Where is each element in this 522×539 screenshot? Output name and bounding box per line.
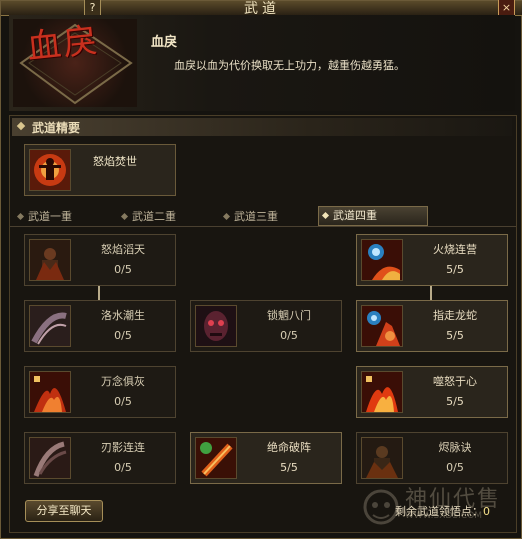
skill-name: 绝命破阵: [267, 441, 311, 454]
section-header: 武道精要: [12, 118, 512, 136]
skill-node-luoshui-chaosheng[interactable]: 洛水潮生 0/5: [24, 300, 176, 352]
skill-name: 烬脉诀: [438, 441, 472, 454]
skill-points: 5/5: [446, 329, 464, 342]
ash-flame-icon: [29, 371, 71, 413]
tab-tier-4[interactable]: 武道四重: [318, 206, 428, 226]
ember-vein-icon: [361, 437, 403, 479]
tree-connector: [430, 286, 432, 300]
skill-points: 5/5: [446, 395, 464, 408]
tab-tier-2[interactable]: 武道二重: [118, 208, 176, 225]
skill-points: 0/5: [114, 263, 132, 276]
section-label: 武道精要: [32, 121, 81, 135]
class-emblem: 血戾: [13, 19, 137, 107]
class-description: 血戾以血为代价换取无上功力，越重伤越勇猛。: [174, 59, 405, 72]
essence-skill-name: 怒焰焚世: [93, 155, 137, 168]
skill-name: 怒焰滔天: [101, 243, 145, 256]
skill-node-jueming-pozhen[interactable]: 绝命破阵 5/5: [190, 432, 342, 484]
skill-node-huoshao-lianying[interactable]: 火烧连营 5/5: [356, 234, 508, 286]
class-header: 血戾 血戾 血戾以血为代价换取无上功力，越重伤越勇猛。: [9, 15, 515, 111]
wudao-window: ? 武道 × 血戾 血戾 血戾以血为代价换取无上功力，越重伤越勇猛。 武道精要: [0, 0, 522, 539]
title-bar[interactable]: ? 武道 ×: [1, 0, 522, 17]
tab-tier-3[interactable]: 武道三重: [220, 208, 278, 225]
diamond-bullet-icon: [16, 121, 26, 131]
wudao-panel: 武道精要 怒焰焚世 武道一重 武道二重 武道三重 武道四重 怒焰滔天 0/5 火…: [9, 115, 517, 533]
tree-connector: [98, 286, 100, 300]
emblem-text: 血戾: [25, 20, 101, 68]
skill-points: 0/5: [114, 329, 132, 342]
skill-name: 指走龙蛇: [433, 309, 477, 322]
class-name: 血戾: [151, 35, 178, 50]
fire-spear-icon: [195, 437, 237, 479]
skill-name: 万念俱灰: [101, 375, 145, 388]
skill-node-jinmai-jue[interactable]: 烬脉诀 0/5: [356, 432, 508, 484]
skill-name: 洛水潮生: [101, 309, 145, 322]
water-tide-icon: [29, 305, 71, 347]
rage-heart-icon: [361, 371, 403, 413]
skill-name: 刃影连连: [101, 441, 145, 454]
demon-face-icon: [195, 305, 237, 347]
share-to-chat-button[interactable]: 分享至聊天: [25, 500, 103, 522]
skill-points: 0/5: [446, 461, 464, 474]
skill-node-zhizou-longshe[interactable]: 指走龙蛇 5/5: [356, 300, 508, 352]
essence-skill[interactable]: 怒焰焚世: [24, 144, 176, 196]
rage-fire-figure-icon: [29, 149, 71, 191]
skill-node-renying-lianlian[interactable]: 刃影连连 0/5: [24, 432, 176, 484]
skill-node-suowang-bamen[interactable]: 锁魍八门 0/5: [190, 300, 342, 352]
skill-name: 噬怒于心: [433, 375, 477, 388]
tier-tabs: 武道一重 武道二重 武道三重 武道四重: [10, 206, 516, 227]
skill-points: 0/5: [114, 461, 132, 474]
tab-tier-1[interactable]: 武道一重: [14, 208, 72, 225]
skill-points: 0/5: [280, 329, 298, 342]
skill-name: 锁魍八门: [267, 309, 311, 322]
skill-points: 5/5: [446, 263, 464, 276]
remaining-points-label: 剩余武道领悟点：: [395, 505, 483, 518]
close-button[interactable]: ×: [498, 0, 515, 16]
dragon-strike-icon: [361, 305, 403, 347]
fire-burst-icon: [361, 239, 403, 281]
flame-warrior-icon: [29, 239, 71, 281]
skill-points: 0/5: [114, 395, 132, 408]
remaining-points: 剩余武道领悟点：0: [395, 503, 490, 519]
skill-name: 火烧连营: [433, 243, 477, 256]
skill-node-wannian-juhui[interactable]: 万念俱灰 0/5: [24, 366, 176, 418]
remaining-points-value: 0: [483, 505, 490, 518]
skill-points: 5/5: [280, 461, 298, 474]
skill-node-nuyan-taotian[interactable]: 怒焰滔天 0/5: [24, 234, 176, 286]
skill-node-shinu-yuxin[interactable]: 噬怒于心 5/5: [356, 366, 508, 418]
blade-shadow-icon: [29, 437, 71, 479]
